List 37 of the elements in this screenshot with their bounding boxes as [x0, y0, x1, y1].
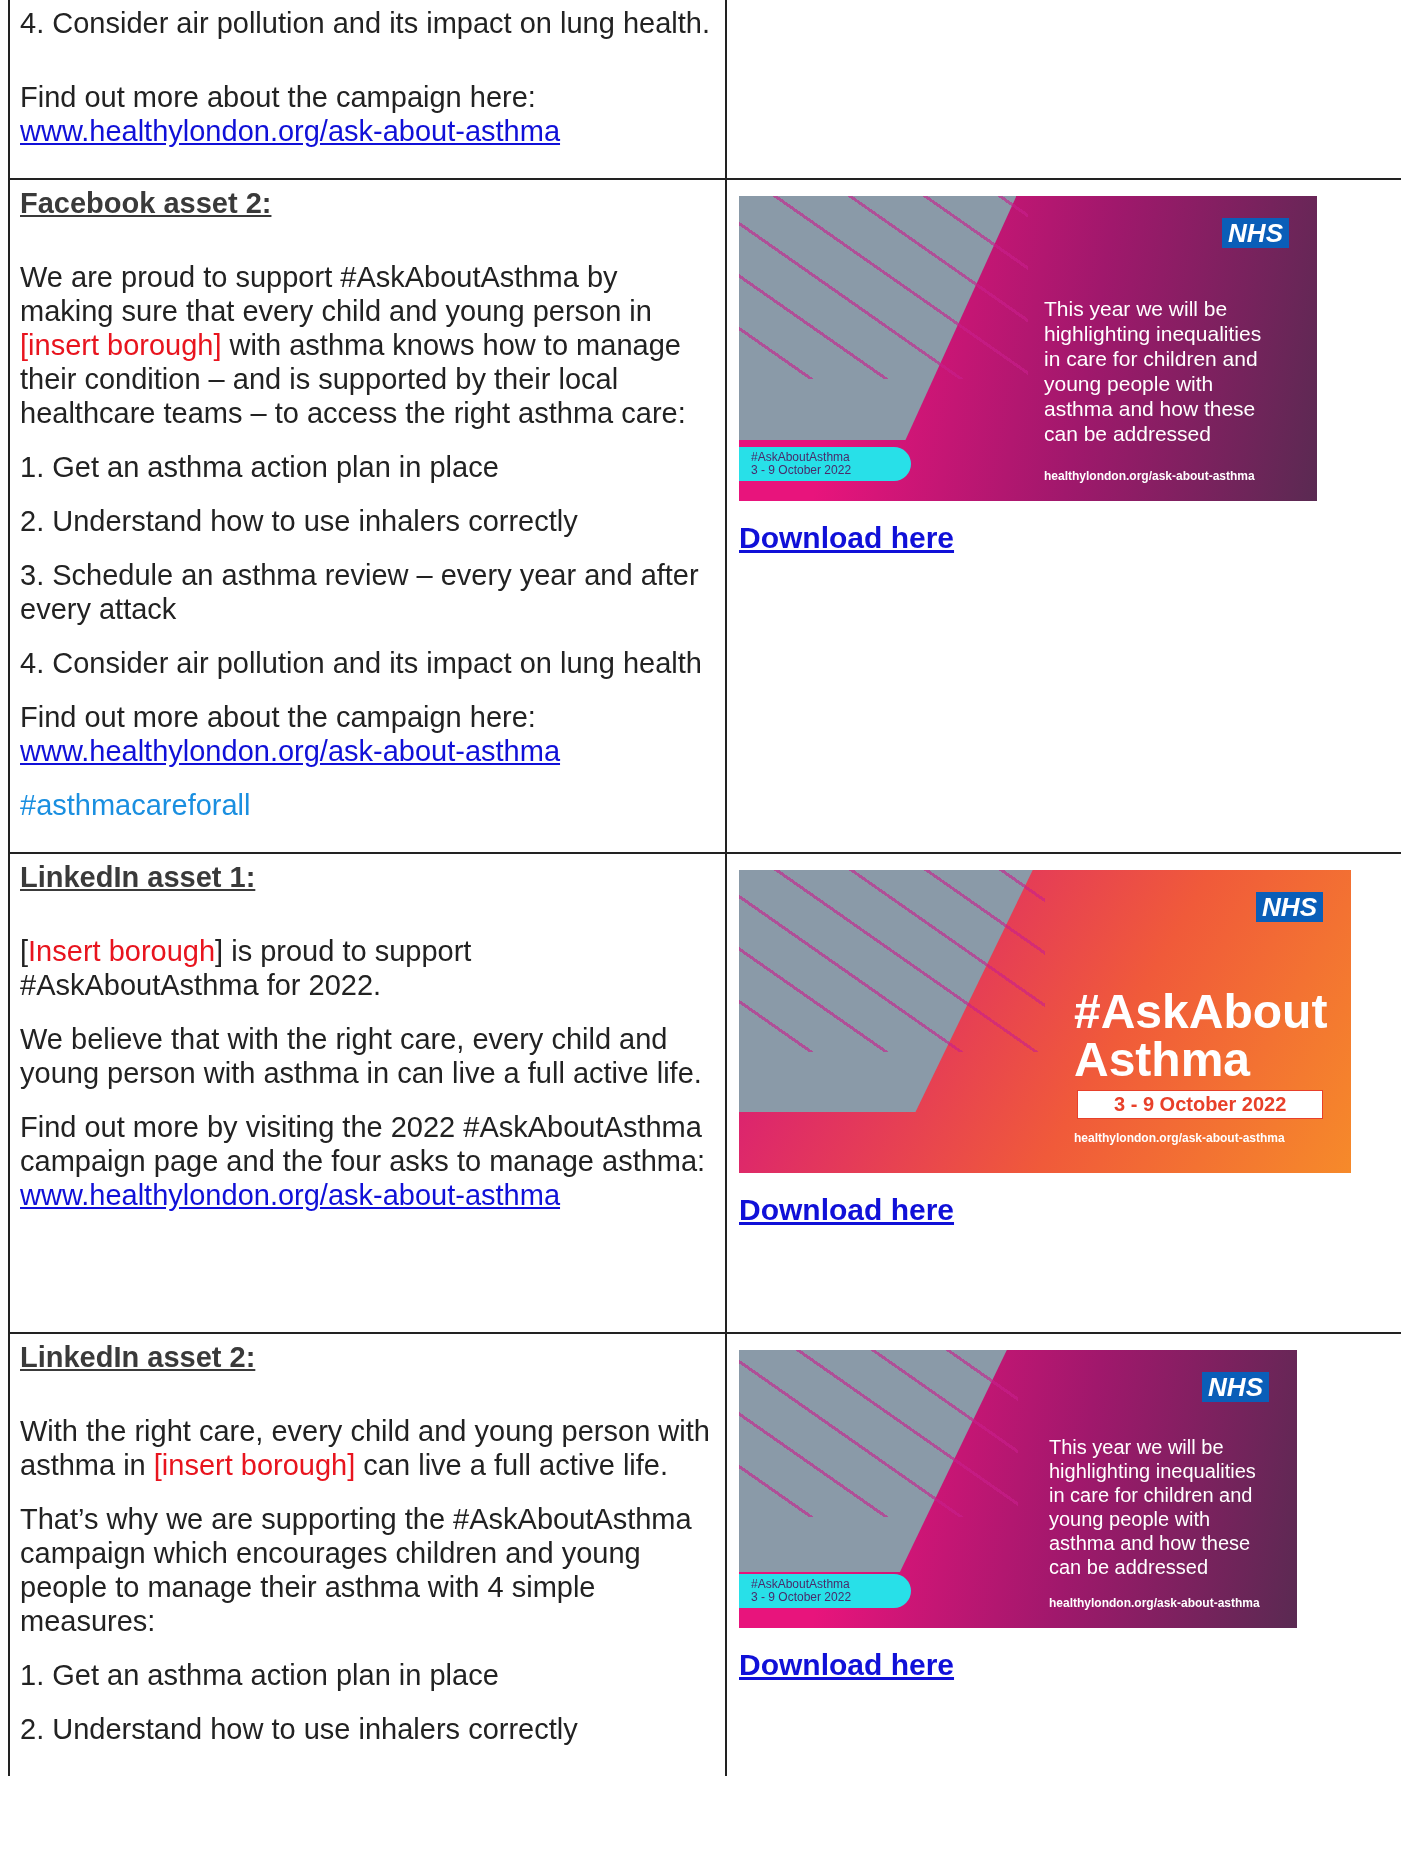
link[interactable]: www.healthylondon.org/ask-about-asthma [20, 1179, 561, 1211]
banner-text: This year we will be highlighting inequalities in care for children and young people with asthma and how these can be addressed [1049, 1435, 1256, 1579]
paragraph: We believe that with the right care, every child and young person with asthma in can live a full active life. [20, 1022, 703, 1090]
download-link[interactable]: Download here [739, 521, 955, 555]
paragraph: 2. Understand how to use inhalers correctly [20, 1712, 579, 1746]
paragraph: That’s why we are supporting the #AskAboutAsthma campaign which encourages children and young people to manage their asthma with 4 simple measures: [20, 1502, 693, 1638]
link[interactable]: www.healthylondon.org/ask-about-asthma [20, 735, 561, 767]
paragraph: 2. Understand how to use inhalers correctly [20, 504, 579, 538]
nhs-logo: NHS [1202, 1372, 1269, 1402]
nhs-logo: NHS [1222, 218, 1289, 248]
paragraph: 1. Get an asthma action plan in place [20, 450, 500, 484]
date-badge: #AskAboutAsthma 3 - 9 October 2022 [739, 447, 911, 481]
paragraph: 3. Schedule an asthma review – every year and after every attack [20, 558, 700, 626]
nhs-logo: NHS [1256, 892, 1323, 922]
paragraph: 4. Consider air pollution and its impact on lung health [20, 646, 703, 680]
download-link[interactable]: Download here [739, 1193, 955, 1227]
download-link[interactable]: Download here [739, 1648, 955, 1682]
section-heading: LinkedIn asset 1: [20, 860, 257, 894]
paragraph: Find out more by visiting the 2022 #AskAboutAsthma campaign page and the four asks to manage asthma: www.healthylondon.org/ask-about-asthma [20, 1110, 707, 1212]
paragraph: [Insert borough] is proud to support #AskAboutAsthma for 2022. [20, 934, 473, 1002]
banner-url: healthylondon.org/ask-about-asthma [1049, 1596, 1260, 1610]
paragraph: 4. Consider air pollution and its impact on lung health. [20, 6, 711, 40]
date-badge: #AskAboutAsthma 3 - 9 October 2022 [739, 1574, 911, 1608]
section-heading: LinkedIn asset 2: [20, 1340, 257, 1374]
paragraph: With the right care, every child and young person with asthma in [insert borough] can live a full active life. [20, 1414, 711, 1482]
banner-title: #AskAbout Asthma [1074, 988, 1328, 1084]
section-heading: Facebook asset 2: [20, 186, 273, 220]
banner-text: This year we will be highlighting inequalities in care for children and young people with asthma and how these can be addressed [1044, 296, 1262, 446]
paragraph: 1. Get an asthma action plan in place [20, 1658, 500, 1692]
banner-url: healthylondon.org/ask-about-asthma [1044, 469, 1255, 483]
paragraph: Find out more about the campaign here: www.healthylondon.org/ask-about-asthma [20, 700, 562, 768]
paragraph: We are proud to support #AskAboutAsthma by making sure that every child and young person in [insert borough] with asthma knows how to manage their condition – and is supported by their local healthcare teams – to access the right asthma care: [20, 260, 687, 430]
date-badge: 3 - 9 October 2022 [1077, 1090, 1324, 1119]
link[interactable]: www.healthylondon.org/ask-about-asthma [20, 115, 561, 147]
banner-url: healthylondon.org/ask-about-asthma [1074, 1131, 1285, 1145]
paragraph: #asthmacareforall [20, 788, 252, 822]
paragraph: Find out more about the campaign here: www.healthylondon.org/ask-about-asthma [20, 80, 562, 148]
